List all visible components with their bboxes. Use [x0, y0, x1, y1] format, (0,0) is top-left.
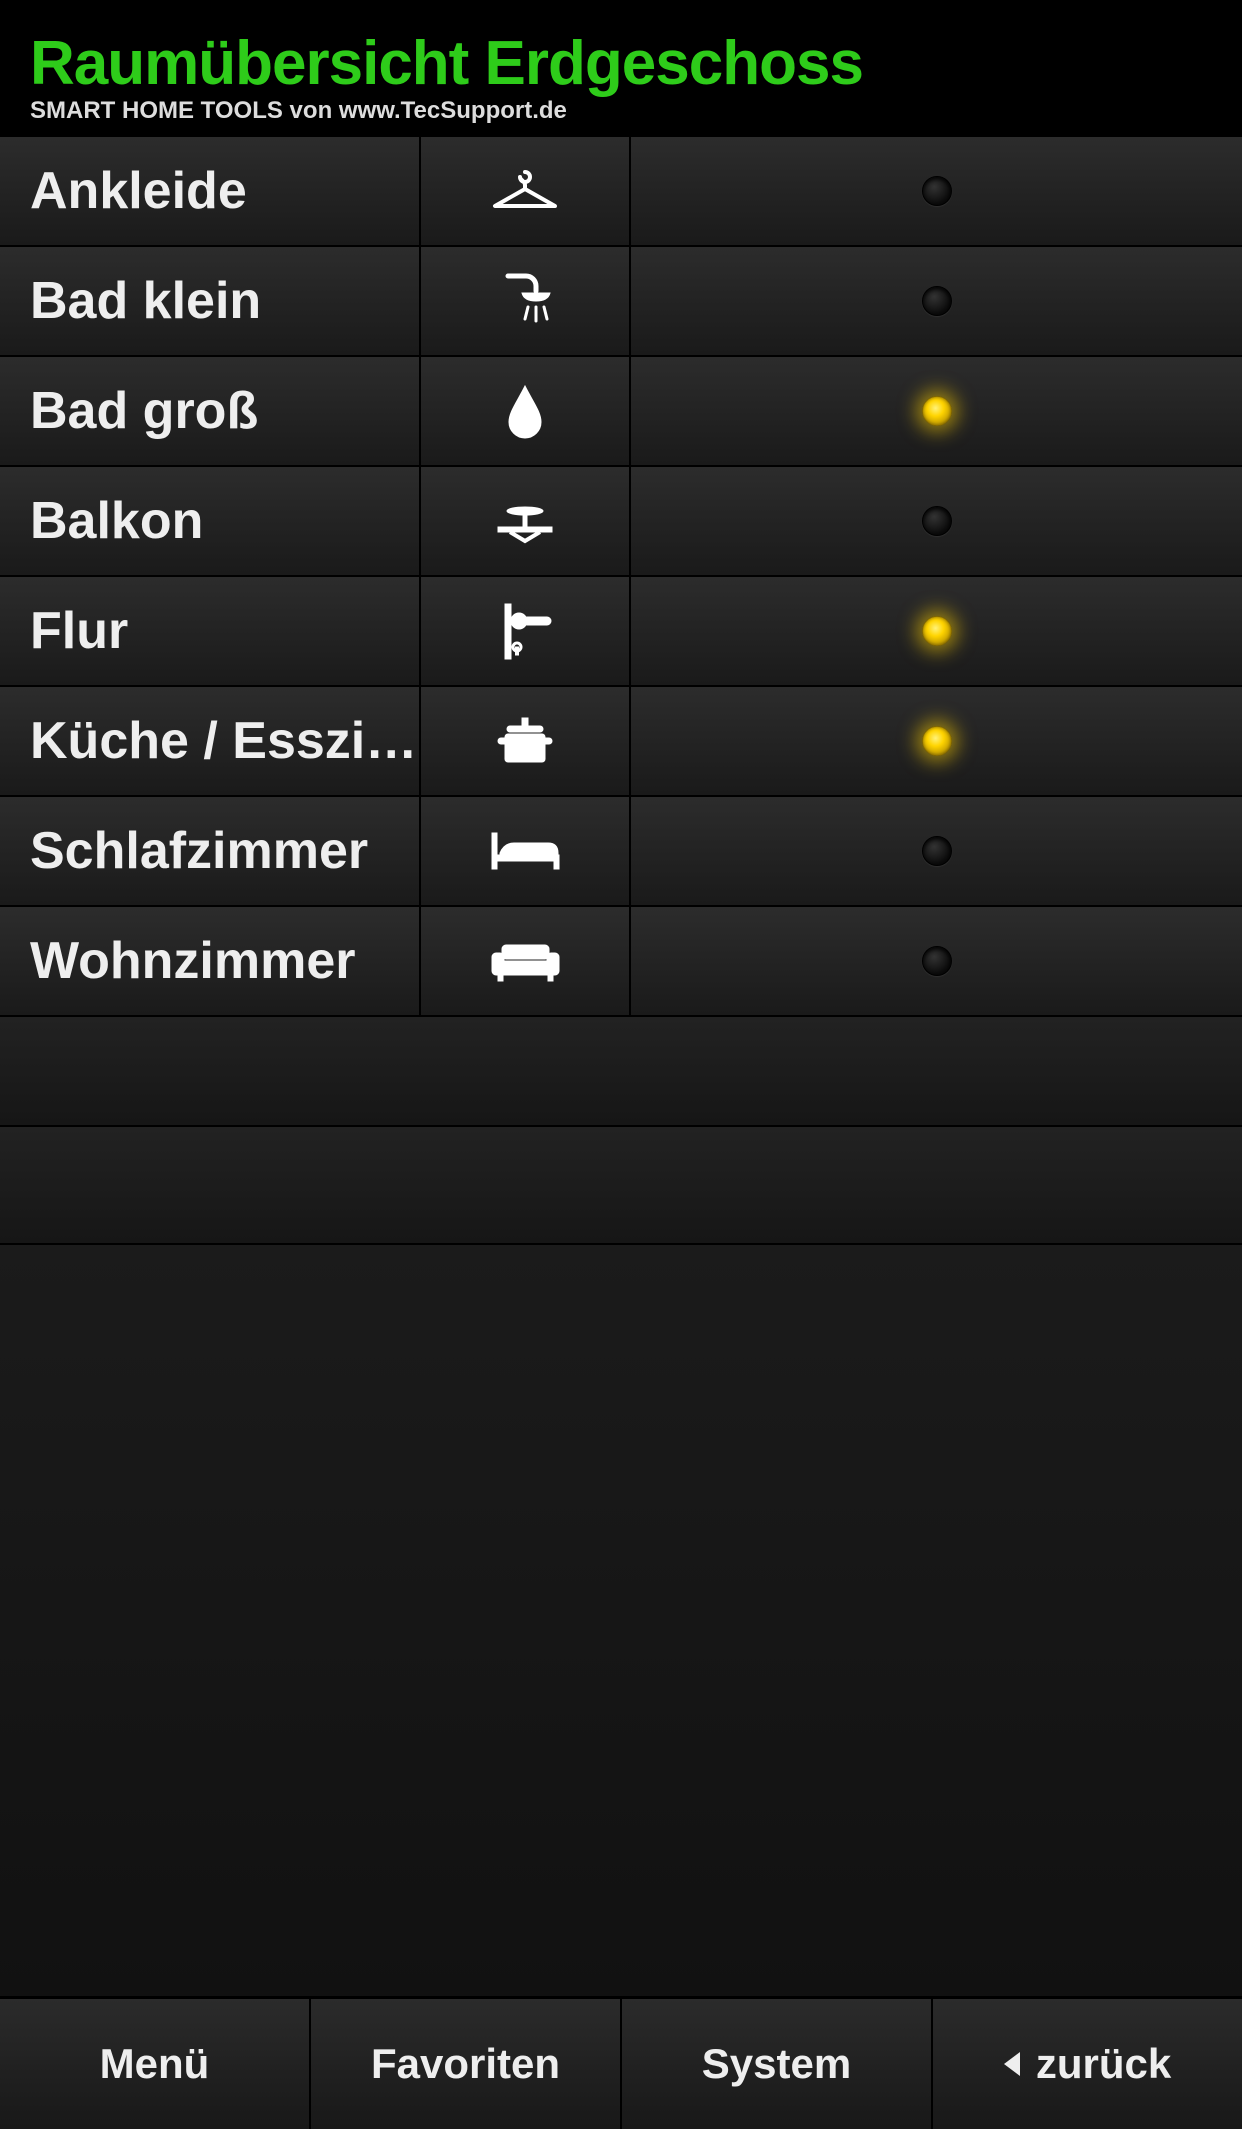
- shower-icon: [421, 247, 631, 355]
- status-led: [922, 506, 952, 536]
- hanger-icon: [421, 137, 631, 245]
- page-subtitle: SMART HOME TOOLS von www.TecSupport.de: [30, 97, 1212, 125]
- back-button[interactable]: zurück: [933, 1999, 1242, 2129]
- pot-icon: [421, 687, 631, 795]
- room-row-kueche[interactable]: Küche / Esszi…: [0, 687, 1242, 797]
- screen: Raumübersicht Erdgeschoss SMART HOME TOO…: [0, 0, 1242, 2129]
- balcony-icon: [421, 467, 631, 575]
- room-row-bad-klein[interactable]: Bad klein: [0, 247, 1242, 357]
- status-cell[interactable]: [631, 687, 1242, 795]
- room-label: Bad klein: [0, 247, 421, 355]
- status-cell[interactable]: [631, 577, 1242, 685]
- status-cell[interactable]: [631, 137, 1242, 245]
- room-label: Ankleide: [0, 137, 421, 245]
- empty-row: [0, 1017, 1242, 1127]
- page-title: Raumübersicht Erdgeschoss: [30, 28, 1212, 99]
- status-led: [922, 396, 952, 426]
- back-caret-icon: [1004, 2052, 1020, 2076]
- menu-button[interactable]: Menü: [0, 1999, 311, 2129]
- footer: Menü Favoriten System zurück: [0, 1996, 1242, 2129]
- room-list: Ankleide Bad klein: [0, 137, 1242, 1996]
- empty-row: [0, 1127, 1242, 1245]
- status-cell[interactable]: [631, 907, 1242, 1015]
- status-led: [922, 836, 952, 866]
- status-cell[interactable]: [631, 247, 1242, 355]
- status-led: [922, 616, 952, 646]
- status-led: [922, 726, 952, 756]
- favorites-button[interactable]: Favoriten: [311, 1999, 622, 2129]
- room-label: Balkon: [0, 467, 421, 575]
- header: Raumübersicht Erdgeschoss SMART HOME TOO…: [0, 0, 1242, 137]
- door-handle-icon: [421, 577, 631, 685]
- room-row-bad-gross[interactable]: Bad groß: [0, 357, 1242, 467]
- room-row-ankleide[interactable]: Ankleide: [0, 137, 1242, 247]
- status-led: [922, 176, 952, 206]
- system-button[interactable]: System: [622, 1999, 933, 2129]
- room-label: Wohnzimmer: [0, 907, 421, 1015]
- status-cell[interactable]: [631, 797, 1242, 905]
- back-label: zurück: [1036, 2040, 1171, 2088]
- room-row-balkon[interactable]: Balkon: [0, 467, 1242, 577]
- favorites-label: Favoriten: [371, 2040, 560, 2088]
- room-label: Flur: [0, 577, 421, 685]
- sofa-icon: [421, 907, 631, 1015]
- room-label: Bad groß: [0, 357, 421, 465]
- room-row-flur[interactable]: Flur: [0, 577, 1242, 687]
- status-led: [922, 286, 952, 316]
- menu-label: Menü: [100, 2040, 210, 2088]
- status-led: [922, 946, 952, 976]
- system-label: System: [702, 2040, 851, 2088]
- status-cell[interactable]: [631, 357, 1242, 465]
- room-label: Küche / Esszi…: [0, 687, 421, 795]
- room-row-wohnzimmer[interactable]: Wohnzimmer: [0, 907, 1242, 1017]
- room-label: Schlafzimmer: [0, 797, 421, 905]
- drop-icon: [421, 357, 631, 465]
- bed-icon: [421, 797, 631, 905]
- list-spacer: [0, 1245, 1242, 1996]
- room-row-schlafzimmer[interactable]: Schlafzimmer: [0, 797, 1242, 907]
- status-cell[interactable]: [631, 467, 1242, 575]
